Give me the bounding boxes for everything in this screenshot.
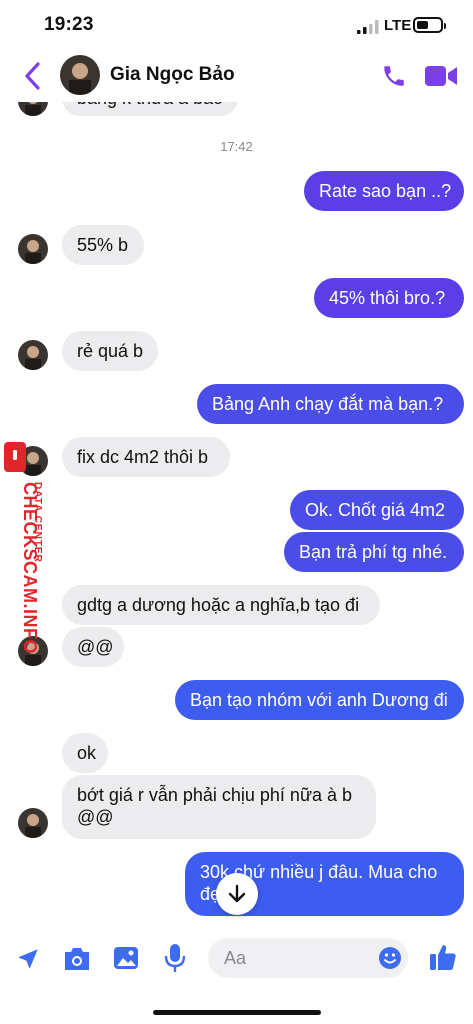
camera-icon[interactable] (62, 946, 92, 972)
contact-name[interactable]: Gia Ngọc Bảo (110, 64, 235, 86)
avatar (18, 340, 48, 370)
message-bubble-outgoing[interactable]: 45% thôi bro.? (314, 278, 464, 318)
message-input-placeholder: Aa (224, 948, 247, 968)
message-bubble-incoming[interactable]: 55% b (62, 225, 144, 265)
home-indicator (153, 1010, 321, 1015)
message-bubble-incoming[interactable]: fix dc 4m2 thôi b (62, 437, 230, 477)
message-bubble-incoming[interactable]: rẻ quá b (62, 331, 158, 371)
message-bubble-outgoing[interactable]: Ok. Chốt giá 4m2 (290, 490, 464, 530)
message-bubble-incoming[interactable]: gdtg a dương hoặc a nghĩa,b tạo đi (62, 585, 380, 625)
emoji-icon[interactable] (378, 946, 402, 970)
message-bubble-outgoing[interactable]: Bạn trả phí tg nhé. (284, 532, 464, 572)
chat-header: Gia Ngọc Bảo (0, 52, 473, 102)
photo-gallery-icon[interactable] (112, 945, 140, 971)
message-timestamp: 17:42 (220, 139, 253, 154)
watermark: CHECKSCAM.INFO DATA CENTER (2, 440, 46, 665)
thumbs-up-icon[interactable] (428, 942, 458, 972)
message-bubble-outgoing[interactable]: Bạn tạo nhóm với anh Dương đi (175, 680, 464, 720)
back-chevron-icon[interactable] (22, 61, 44, 91)
message-input[interactable]: Aa (208, 938, 408, 978)
message-bubble-outgoing[interactable]: Bảng Anh chạy đắt mà bạn.? (197, 384, 464, 424)
microphone-icon[interactable] (164, 943, 186, 973)
contact-avatar[interactable] (60, 55, 100, 95)
video-call-icon[interactable] (425, 65, 457, 87)
message-bubble-incoming[interactable]: @@ (62, 627, 124, 667)
message-bubble-outgoing[interactable]: Rate sao bạn ..? (304, 171, 464, 211)
message-composer: Aa (0, 930, 473, 1024)
watermark-sub: DATA CENTER (32, 482, 43, 563)
message-bubble-incoming[interactable]: bớt giá r vẫn phải chịu phí nữa à b @@ (62, 775, 376, 839)
arrow-down-icon (228, 884, 246, 903)
message-list[interactable]: bảng k thừa a bao 17:42 Rate sao bạn ..?… (0, 0, 473, 1024)
phone-call-icon[interactable] (381, 63, 407, 89)
avatar (18, 234, 48, 264)
avatar (18, 808, 48, 838)
message-bubble-incoming[interactable]: ok (62, 733, 108, 773)
send-location-icon[interactable] (15, 946, 41, 972)
scroll-to-bottom-button[interactable] (216, 873, 258, 915)
